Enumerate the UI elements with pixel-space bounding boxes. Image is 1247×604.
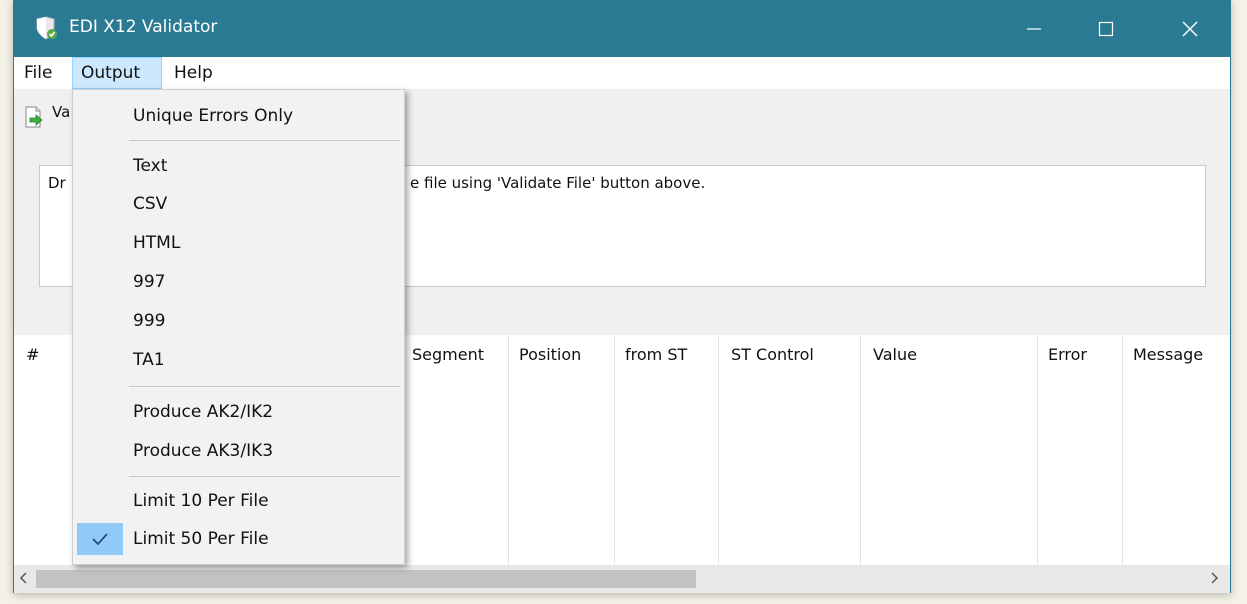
close-icon [1182,21,1198,37]
scroll-thumb[interactable] [36,570,696,588]
column-header-segment[interactable]: Segment [412,345,484,364]
menu-output[interactable]: Output [72,57,162,89]
minimize-icon [1027,28,1041,30]
column-header-st-control[interactable]: ST Control [731,345,814,364]
menu-item-999[interactable]: 999 [75,303,402,339]
menu-item-csv[interactable]: CSV [75,186,402,222]
maximize-icon [1098,21,1114,37]
menu-item-label: 999 [133,311,166,331]
menu-separator [129,476,400,477]
menu-item-label: CSV [133,194,168,214]
menu-bar: File Output Help [14,57,1230,89]
validate-file-icon[interactable] [23,106,45,128]
column-position: Position [509,335,615,565]
close-button[interactable] [1160,1,1220,57]
horizontal-scrollbar[interactable] [14,565,1230,593]
menu-item-limit-50-per-file[interactable]: Limit 50 Per File [75,521,402,557]
column-message: Message [1123,335,1232,565]
menu-file[interactable]: File [16,57,60,89]
menu-item-produce-ak3-ik3[interactable]: Produce AK3/IK3 [75,433,402,469]
menu-separator [129,386,400,387]
column-header-number[interactable]: # [26,345,39,364]
title-bar[interactable]: EDI X12 Validator [14,1,1230,57]
menu-item-label: Limit 10 Per File [133,491,269,511]
scroll-left-icon[interactable] [18,570,32,588]
column-from-st: from ST [615,335,719,565]
column-value: Value [861,335,1038,565]
menu-item-label: TA1 [133,350,165,370]
menu-separator [129,140,400,141]
drop-hint-right: e file using 'Validate File' button abov… [410,174,706,192]
menu-item-label: Limit 50 Per File [133,529,269,549]
menu-item-label: 997 [133,272,166,292]
column-header-from-st[interactable]: from ST [625,345,687,364]
menu-item-text[interactable]: Text [75,148,402,184]
menu-item-unique-errors-only[interactable]: Unique Errors Only [75,98,402,134]
menu-item-label: Unique Errors Only [133,106,294,126]
column-segment: Segment [399,335,509,565]
menu-item-label: Text [133,156,168,176]
window-title: EDI X12 Validator [69,17,218,37]
menu-item-label: Produce AK3/IK3 [133,441,274,461]
output-menu-dropdown: Unique Errors Only Text CSV HTML 997 999… [72,89,405,565]
menu-item-limit-10-per-file[interactable]: Limit 10 Per File [75,483,402,519]
menu-help[interactable]: Help [166,57,221,89]
minimize-button[interactable] [1004,1,1064,57]
menu-item-label: HTML [133,233,181,253]
drop-hint-left: Dr [48,174,66,192]
menu-item-produce-ak2-ik2[interactable]: Produce AK2/IK2 [75,394,402,430]
shield-app-icon [34,16,58,40]
column-st-control: ST Control [719,335,861,565]
column-header-position[interactable]: Position [519,345,581,364]
menu-item-html[interactable]: HTML [75,225,402,261]
scroll-right-icon[interactable] [1210,570,1224,588]
validate-file-button-label[interactable]: Va [52,103,70,121]
menu-item-ta1[interactable]: TA1 [75,342,402,378]
menu-item-label: Produce AK2/IK2 [133,402,274,422]
column-header-message[interactable]: Message [1133,345,1203,364]
column-error: Error [1038,335,1123,565]
check-icon [77,523,123,555]
menu-item-997[interactable]: 997 [75,264,402,300]
maximize-button[interactable] [1076,1,1136,57]
column-header-value[interactable]: Value [873,345,917,364]
column-header-error[interactable]: Error [1048,345,1087,364]
